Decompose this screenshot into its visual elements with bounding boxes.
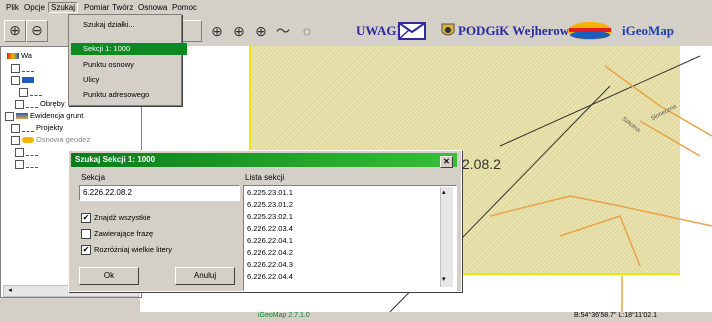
layer-checkbox[interactable] [11,123,20,133]
tree-item[interactable] [11,63,36,73]
menu-item-ulicy[interactable]: Ulicy [83,75,99,84]
tree-label: Wa [21,51,32,60]
checkbox[interactable] [81,229,91,240]
line-layer-icon [26,161,38,168]
line-layer-icon [26,149,38,156]
menu-plik[interactable]: Plik [6,3,19,12]
checkbox-label: Zawierające frazę [94,229,154,238]
sekcja-input[interactable]: 6.226.22.08.2 [79,185,240,201]
podgik-link[interactable]: PODGiK Wejherowo [458,20,576,42]
tree-label: Osnowa geodez [36,135,91,144]
layer-checkbox[interactable] [5,111,14,121]
tree-item[interactable]: Obręby [15,99,65,109]
menu-osnowa[interactable]: Osnowa [138,3,167,12]
ok-button[interactable]: Ok [79,267,139,285]
layer-checkbox[interactable] [15,147,24,157]
menu-opcje[interactable]: Opcje [24,3,45,12]
version-text: iGeoMap 2.7.1.0 [258,312,310,319]
lista-sekcji-label: Lista sekcji [245,173,285,182]
coordinates-readout: B:54°36'58.7" L:18°11'02.1 [574,312,658,319]
list-item[interactable]: 6.226.22.04.1 [247,236,293,246]
menu-pomiar[interactable]: Pomiar [84,3,109,12]
checkbox[interactable]: ✔ [81,245,91,256]
sekcja-label: Sekcja [81,173,106,182]
menu-item-szukaj-dzialki[interactable]: Szukaj działki... [83,20,135,29]
menu-szukaj[interactable]: Szukaj [48,2,79,13]
list-item[interactable]: 6.225.23.01.2 [247,200,293,210]
measure-point-icon[interactable]: ⊕ [206,21,228,41]
menu-item-punktu-osnowy[interactable]: Punktu osnowy [83,60,134,69]
menu-pomoc[interactable]: Pomoc [172,3,197,12]
measure-line-icon[interactable]: ⊕ [250,21,272,41]
tree-item[interactable] [19,87,44,97]
line-layer-icon [22,65,34,72]
scroll-left-icon[interactable]: ◂ [5,286,15,296]
close-icon[interactable]: ✕ [440,156,453,168]
igeomap-link[interactable]: iGeoMap [622,20,674,42]
zoom-in-button[interactable]: ⊕ [4,20,26,42]
option-rozrozniaj-wielkie-litery[interactable]: ✔ Rozróżniaj wielkie litery [81,245,172,256]
line-layer-icon [30,89,42,96]
polyline-icon[interactable]: 〜 [272,21,294,41]
tree-item[interactable] [15,147,40,157]
status-bar: iGeoMap 2.7.1.0 B:54°36'58.7" L:18°11'02… [0,312,712,322]
envelope-icon[interactable] [398,22,426,40]
layer-checkbox[interactable] [15,159,24,169]
list-item[interactable]: 6.226.22.03.4 [247,224,293,234]
layer-icon [16,113,28,120]
tree-label: Projekty [36,123,64,132]
checkbox[interactable]: ✔ [81,213,91,224]
layer-icon [22,77,34,84]
tree-item[interactable]: Osnowa geodez [11,135,90,145]
polygon-icon[interactable]: ◌ [296,21,318,41]
checkbox-label: Znajdź wszystkie [94,213,151,222]
tree-label: Obręby [40,99,65,108]
list-item[interactable]: 6.225.23.02.1 [247,212,293,222]
tree-item[interactable] [11,75,36,85]
line-layer-icon [22,125,34,132]
list-item[interactable]: 6.226.22.04.2 [247,248,293,258]
dialog-titlebar[interactable]: Szukaj Sekcji 1: 1000 ✕ [71,153,457,168]
menu-item-sekcji[interactable]: Sekcji 1: 1000 [71,43,187,55]
layer-checkbox[interactable] [11,75,20,85]
select-button[interactable] [180,20,202,42]
list-item[interactable]: 6.225.23.01.1 [247,188,293,198]
layer-checkbox[interactable] [11,63,20,73]
measure-distance-icon[interactable]: ⊕ [228,21,250,41]
cancel-button[interactable]: Anuluj [175,267,235,285]
layer-checkbox[interactable] [11,135,20,145]
list-item[interactable]: 6.226.22.04.4 [247,272,293,282]
zoom-out-icon: ⊖ [31,22,43,38]
tree-label: Ewidencja grunt [30,111,84,120]
section-label: 2.08.2 [462,156,501,172]
list-item[interactable]: 6.226.22.04.3 [247,260,293,270]
option-znajdz-wszystkie[interactable]: ✔ Znajdź wszystkie [81,213,151,224]
zoom-in-icon: ⊕ [9,22,21,38]
option-zawierajace-fraze[interactable]: Zawierające frazę [81,229,154,240]
search-section-dialog: Szukaj Sekcji 1: 1000 ✕ Sekcja 6.226.22.… [68,150,462,292]
tree-item[interactable] [15,159,40,169]
map-layer-icon [7,53,19,60]
szukaj-dropdown: Szukaj działki... Sekcji 1: 1000 Punktu … [68,14,187,106]
uwagi-link[interactable]: UWAGI [356,20,402,42]
layer-checkbox[interactable] [19,87,28,97]
list-scrollbar[interactable]: ▴ ▾ [440,187,453,287]
osnowa-icon [22,137,34,144]
zoom-out-button[interactable]: ⊖ [26,20,48,42]
tree-item[interactable]: Ewidencja grunt [5,111,83,121]
scroll-up-icon[interactable]: ▴ [442,188,446,196]
tree-item[interactable]: Projekty [11,123,63,133]
dialog-title: Szukaj Sekcji 1: 1000 [75,155,156,164]
line-layer-icon [26,101,38,108]
layer-checkbox[interactable] [15,99,24,109]
podgik-emblem-icon [441,23,455,36]
section-list[interactable]: 6.225.23.01.1 6.225.23.01.2 6.225.23.02.… [243,185,457,291]
checkbox-label: Rozróżniaj wielkie litery [94,245,172,254]
menu-item-punktu-adresowego[interactable]: Punktu adresowego [83,90,149,99]
igeomap-logo-icon [568,22,612,40]
tree-item[interactable]: Wa [5,51,32,61]
scroll-down-icon[interactable]: ▾ [442,275,446,283]
menu-tworz[interactable]: Twórz [112,3,133,12]
